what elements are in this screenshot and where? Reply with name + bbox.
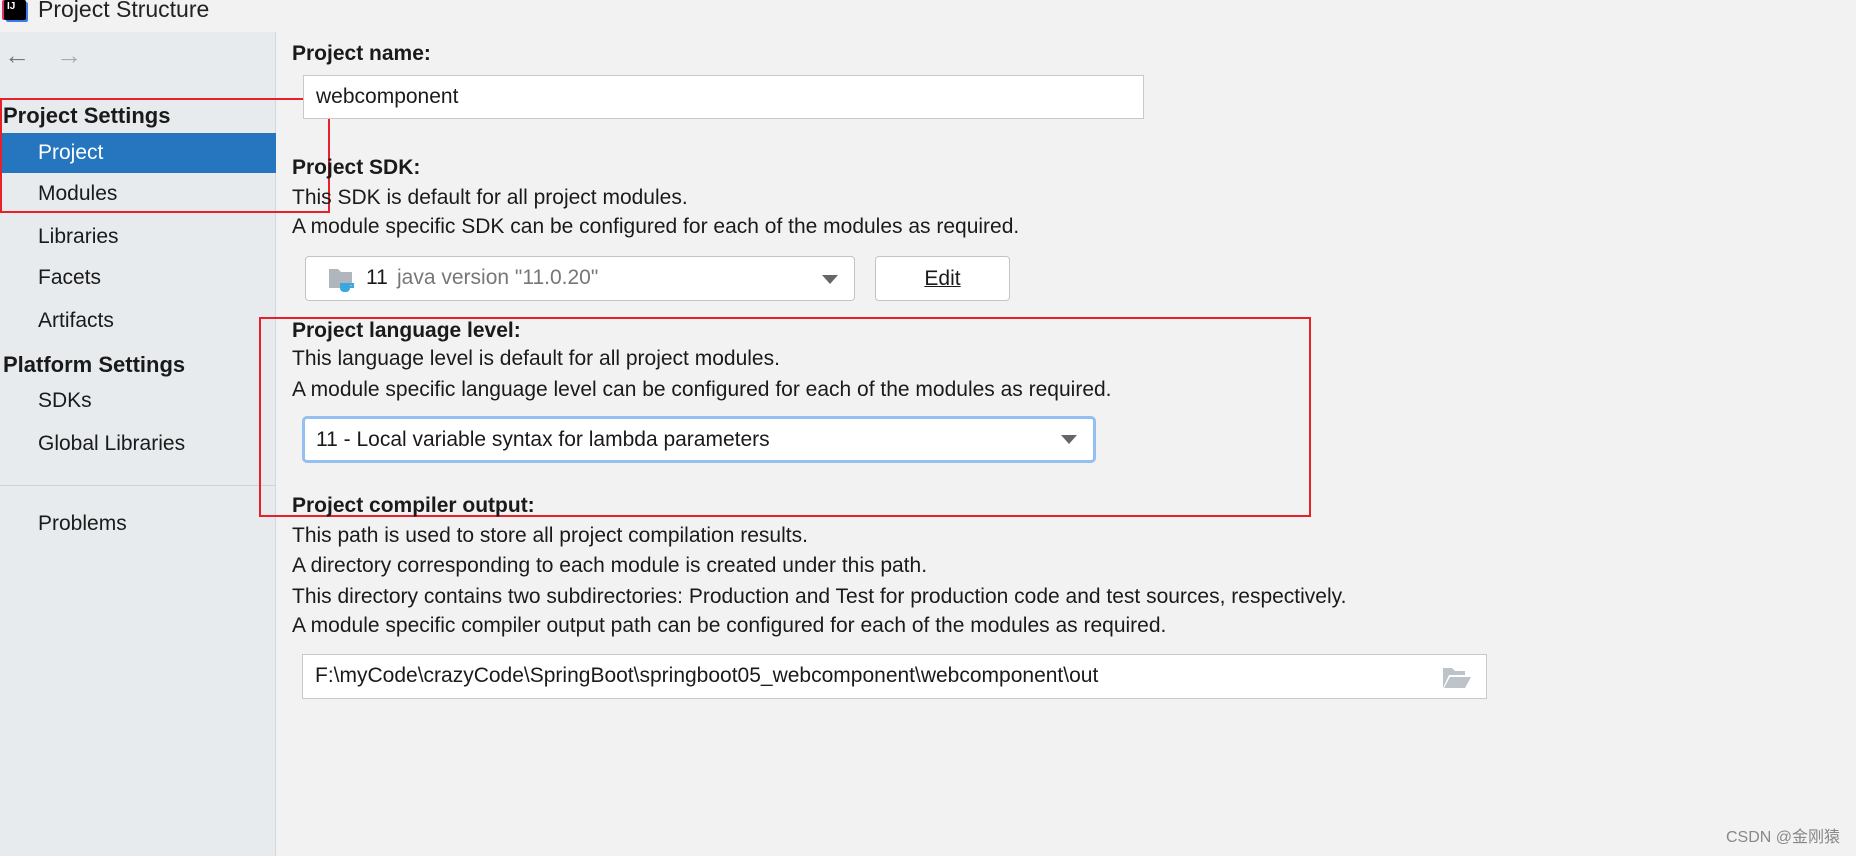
compiler-output-description-line: This directory contains two subdirectori… xyxy=(292,585,1347,608)
sdk-dropdown[interactable]: 11 java version "11.0.20" xyxy=(305,256,855,301)
chevron-down-icon xyxy=(822,275,838,284)
platform-settings-header: Platform Settings xyxy=(3,352,186,377)
edit-sdk-button[interactable]: Edit xyxy=(875,256,1010,301)
compiler-output-description-line: A module specific compiler output path c… xyxy=(292,614,1167,637)
project-name-input[interactable]: webcomponent xyxy=(303,75,1144,119)
sidebar-item-sdks[interactable]: SDKs xyxy=(0,381,276,421)
sdk-detail: java version "11.0.20" xyxy=(397,266,599,289)
sdk-version: 11 xyxy=(366,266,388,289)
browse-folder-icon[interactable] xyxy=(1442,667,1472,689)
compiler-output-label: Project compiler output: xyxy=(292,494,535,517)
forward-arrow-icon[interactable]: → xyxy=(56,40,82,71)
sidebar-item-facets[interactable]: Facets xyxy=(0,258,276,298)
jdk-folder-icon xyxy=(329,269,354,292)
sidebar-item-libraries[interactable]: Libraries xyxy=(0,217,276,257)
project-name-label: Project name: xyxy=(292,42,431,65)
annotation-box-language-level xyxy=(259,317,1311,517)
sidebar-item-global-libraries[interactable]: Global Libraries xyxy=(0,424,276,464)
watermark: CSDN @金刚猿 xyxy=(1725,829,1840,846)
compiler-output-description-line: This path is used to store all project c… xyxy=(292,524,808,547)
sdk-description-line: A module specific SDK can be configured … xyxy=(292,215,1020,238)
title-bar: IJ Project Structure xyxy=(0,0,1856,32)
sidebar-item-artifacts[interactable]: Artifacts xyxy=(0,301,276,341)
compiler-output-path: F:\myCode\crazyCode\SpringBoot\springboo… xyxy=(315,664,1099,687)
project-sdk-label: Project SDK: xyxy=(292,156,421,179)
intellij-idea-icon: IJ xyxy=(4,0,26,20)
sdk-description-line: This SDK is default for all project modu… xyxy=(292,186,688,209)
sidebar-divider xyxy=(0,485,276,486)
compiler-output-description-line: A directory corresponding to each module… xyxy=(292,554,928,577)
sidebar-item-problems[interactable]: Problems xyxy=(0,504,276,544)
window-title: Project Structure xyxy=(38,0,210,22)
back-arrow-icon[interactable]: ← xyxy=(4,40,30,71)
annotation-box-sidebar xyxy=(0,98,330,213)
compiler-output-path-input[interactable]: F:\myCode\crazyCode\SpringBoot\springboo… xyxy=(302,654,1487,699)
